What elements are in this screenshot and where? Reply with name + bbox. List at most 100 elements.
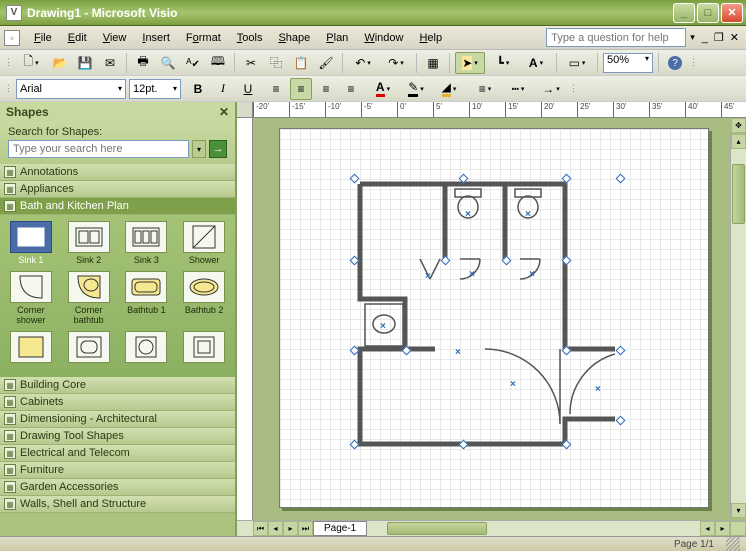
master-item-11[interactable]	[120, 331, 174, 365]
stencil-bath-kitchen[interactable]: ▦Bath and Kitchen Plan	[0, 198, 235, 215]
menu-edit[interactable]: Edit	[60, 29, 95, 47]
menu-shape[interactable]: Shape	[270, 29, 318, 47]
master-item-10[interactable]	[62, 331, 116, 365]
scroll-down-button[interactable]: ▾	[731, 503, 746, 518]
new-button[interactable]: ▾	[16, 52, 46, 74]
save-button[interactable]	[74, 52, 96, 74]
italic-button[interactable]	[212, 78, 234, 100]
stencil-electrical[interactable]: ▦Electrical and Telecom	[0, 445, 235, 462]
align-left-button[interactable]	[265, 78, 287, 100]
text-tool-button[interactable]: ▾	[521, 52, 551, 74]
menu-help[interactable]: Help	[411, 29, 450, 47]
master-sink-1[interactable]: Sink 1	[4, 221, 58, 265]
menu-tools[interactable]: Tools	[229, 29, 271, 47]
zoom-combo[interactable]: 50% ▾	[603, 53, 653, 73]
menu-view[interactable]: View	[95, 29, 135, 47]
canvas-scroll[interactable]: × × × × × × × × ×	[253, 118, 746, 520]
menu-file[interactable]: File	[26, 29, 60, 47]
fill-color-button[interactable]: ▾	[434, 78, 464, 100]
prev-page-button[interactable]: ◂	[268, 521, 283, 536]
page-tab-1[interactable]: Page-1	[313, 521, 367, 536]
print-preview-button[interactable]	[157, 52, 179, 74]
line-pattern-button[interactable]: ▾	[503, 78, 533, 100]
stencil-annotations[interactable]: ▦Annotations	[0, 164, 235, 181]
font-name-combo[interactable]: Arial▾	[16, 79, 126, 99]
horizontal-ruler[interactable]: -20'-15'-10'-5'0'5'10'15'20'25'30'35'40'…	[253, 102, 746, 118]
mdi-minimize[interactable]: _	[699, 32, 711, 44]
research-button[interactable]: 🕮	[207, 52, 229, 74]
align-center-button[interactable]	[290, 78, 312, 100]
master-corner-bathtub[interactable]: Corner bathtub	[62, 271, 116, 325]
underline-button[interactable]	[237, 78, 259, 100]
menu-window[interactable]: Window	[356, 29, 411, 47]
format-painter-button[interactable]	[315, 52, 337, 74]
pan-tool-button[interactable]: ✥	[731, 118, 746, 133]
align-right-button[interactable]	[315, 78, 337, 100]
mdi-close[interactable]: ✕	[727, 31, 742, 44]
last-page-button[interactable]: ⏭	[298, 521, 313, 536]
search-shapes-dropdown[interactable]: ▾	[192, 140, 206, 158]
email-button[interactable]: ✉	[99, 52, 121, 74]
stencil-drawing-tool[interactable]: ▦Drawing Tool Shapes	[0, 428, 235, 445]
menu-format[interactable]: Format	[178, 29, 229, 47]
redo-button[interactable]: ▾	[381, 52, 411, 74]
stencil-building-core[interactable]: ▦Building Core	[0, 377, 235, 394]
bold-button[interactable]	[187, 78, 209, 100]
master-item-12[interactable]	[177, 331, 231, 365]
help-search-input[interactable]	[546, 28, 686, 47]
help-button[interactable]	[664, 52, 686, 74]
minimize-button[interactable]: _	[673, 3, 695, 23]
stencil-dimensioning[interactable]: ▦Dimensioning - Architectural	[0, 411, 235, 428]
master-item-9[interactable]	[4, 331, 58, 365]
mdi-restore[interactable]: ❐	[711, 31, 727, 44]
stencil-appliances[interactable]: ▦Appliances	[0, 181, 235, 198]
stencil-furniture[interactable]: ▦Furniture	[0, 462, 235, 479]
line-color-button[interactable]: ▾	[401, 78, 431, 100]
maximize-button[interactable]: □	[697, 3, 719, 23]
font-size-combo[interactable]: 12pt.▾	[129, 79, 181, 99]
align-justify-button[interactable]	[340, 78, 362, 100]
master-bathtub-2[interactable]: Bathtub 2	[177, 271, 231, 325]
first-page-button[interactable]: ⏮	[253, 521, 268, 536]
menu-plan[interactable]: Plan	[318, 29, 356, 47]
paste-button[interactable]	[290, 52, 312, 74]
stencil-walls[interactable]: ▦Walls, Shell and Structure	[0, 496, 235, 513]
master-sink-3[interactable]: Sink 3	[120, 221, 174, 265]
vertical-scrollbar[interactable]: ✥ ▴ ▾	[730, 134, 746, 518]
stencil-cabinets[interactable]: ▦Cabinets	[0, 394, 235, 411]
next-page-button[interactable]: ▸	[283, 521, 298, 536]
menu-insert[interactable]: Insert	[134, 29, 178, 47]
scroll-right-button[interactable]: ▸	[715, 521, 730, 536]
pointer-tool-button[interactable]: ▾	[455, 52, 485, 74]
stencil-garden[interactable]: ▦Garden Accessories	[0, 479, 235, 496]
hscroll-thumb[interactable]	[387, 522, 487, 535]
help-search-dropdown[interactable]: ▾	[686, 32, 699, 43]
search-shapes-input[interactable]	[8, 140, 189, 158]
line-ends-button[interactable]: ▾	[536, 78, 566, 100]
close-button[interactable]: ✕	[721, 3, 743, 23]
master-bathtub-1[interactable]: Bathtub 1	[120, 271, 174, 325]
rectangle-tool-button[interactable]: ▭▾	[562, 52, 592, 74]
undo-button[interactable]: ▾	[348, 52, 378, 74]
search-shapes-go-button[interactable]: →	[209, 140, 227, 158]
vertical-ruler[interactable]	[237, 118, 253, 520]
horizontal-scrollbar[interactable]	[367, 521, 700, 536]
line-weight-button[interactable]: ▾	[470, 78, 500, 100]
spelling-button[interactable]: ᴬ	[182, 52, 204, 74]
vscroll-thumb[interactable]	[732, 164, 745, 224]
connector-tool-button[interactable]: ▾	[488, 52, 518, 74]
master-shower[interactable]: Shower	[177, 221, 231, 265]
master-sink-2[interactable]: Sink 2	[62, 221, 116, 265]
scroll-up-button[interactable]: ▴	[731, 134, 746, 149]
shapes-panel-close-icon[interactable]: ✕	[219, 105, 229, 119]
shapes-window-button[interactable]	[422, 52, 444, 74]
copy-button[interactable]	[265, 52, 287, 74]
font-color-button[interactable]: ▾	[368, 78, 398, 100]
open-button[interactable]	[49, 52, 71, 74]
scroll-left-button[interactable]: ◂	[700, 521, 715, 536]
drawing-page[interactable]: × × × × × × × × ×	[279, 128, 709, 508]
resize-grip[interactable]	[726, 537, 740, 551]
document-icon[interactable]: ▫	[4, 30, 20, 46]
master-corner-shower[interactable]: Corner shower	[4, 271, 58, 325]
cut-button[interactable]	[240, 52, 262, 74]
